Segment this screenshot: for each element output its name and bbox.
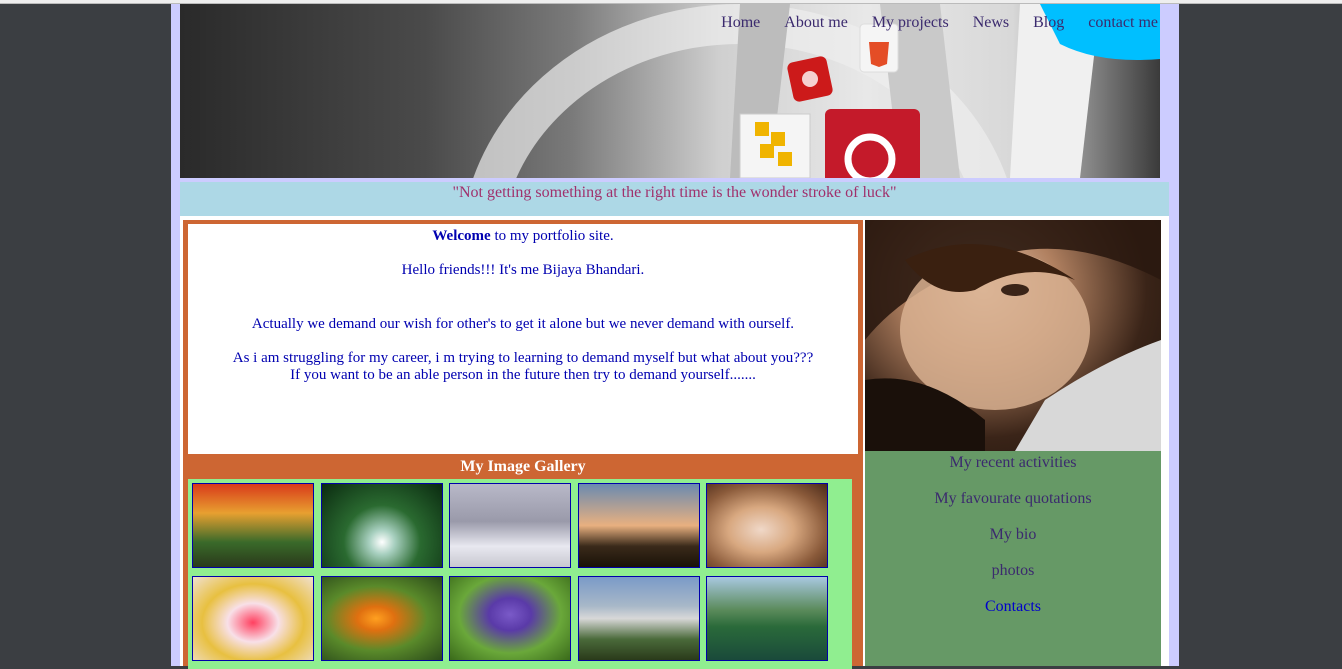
hello-line: Hello friends!!! It's me Bijaya Bhandari… (401, 262, 645, 278)
nav-about-me[interactable]: About me (784, 14, 848, 32)
gallery-title: My Image Gallery (460, 458, 586, 475)
paragraph-2a: As i am struggling for my career, i m tr… (232, 350, 814, 366)
gallery-thumb-kitten-hat[interactable] (706, 483, 828, 568)
profile-photo (865, 220, 1161, 451)
sidebar-link-photos[interactable]: photos (865, 562, 1161, 598)
gallery-thumb-castle[interactable] (578, 576, 700, 661)
nav-my-projects[interactable]: My projects (872, 14, 949, 32)
main-column: Welcome to my portfolio site. Hello frie… (183, 220, 863, 669)
paragraph-1: Actually we demand our wish for other's … (251, 316, 795, 332)
gallery-thumb-waterfall[interactable] (321, 483, 443, 568)
welcome-line: Welcome to my portfolio site. (188, 228, 858, 245)
gallery-thumb-goldfish[interactable] (321, 576, 443, 661)
welcome-bold: Welcome (432, 228, 491, 244)
content-area: Welcome to my portfolio site. Hello frie… (180, 216, 1169, 669)
quote-bar: "Not getting something at the right time… (180, 182, 1169, 216)
paragraph-2b: If you want to be an able person in the … (290, 367, 756, 383)
nav-home[interactable]: Home (721, 14, 760, 32)
gallery-thumb-lighthouse[interactable] (578, 483, 700, 568)
page-container: Home About me My projects News Blog cont… (171, 4, 1179, 669)
sidebar-link-contacts[interactable]: Contacts (865, 598, 1161, 634)
gallery-thumb-girl-flowers[interactable] (192, 576, 314, 661)
gallery-thumb-mountain-lake[interactable] (706, 576, 828, 661)
nav-news[interactable]: News (973, 14, 1009, 32)
sidebar-links: My recent activities My favourate quotat… (865, 454, 1161, 634)
profile-photo-art (865, 220, 1161, 451)
welcome-box: Welcome to my portfolio site. Hello frie… (188, 224, 858, 454)
sidebar-link-my-bio[interactable]: My bio (865, 526, 1161, 562)
top-nav: Home About me My projects News Blog cont… (697, 14, 1158, 32)
gallery-thumb-snowy-field[interactable] (449, 483, 571, 568)
sidebar-link-favourate-quotations[interactable]: My favourate quotations (865, 490, 1161, 526)
welcome-rest: to my portfolio site. (490, 228, 614, 244)
gallery-thumb-autumn-garden[interactable] (192, 483, 314, 568)
nav-blog[interactable]: Blog (1033, 14, 1064, 32)
quote-text: "Not getting something at the right time… (452, 184, 897, 201)
sidebar: My recent activities My favourate quotat… (865, 220, 1161, 666)
image-gallery (188, 479, 852, 669)
gallery-thumb-iris-flowers[interactable] (449, 576, 571, 661)
sidebar-link-recent-activities[interactable]: My recent activities (865, 454, 1161, 490)
nav-contact-me[interactable]: contact me (1088, 14, 1158, 32)
header-banner: Home About me My projects News Blog cont… (180, 4, 1160, 178)
